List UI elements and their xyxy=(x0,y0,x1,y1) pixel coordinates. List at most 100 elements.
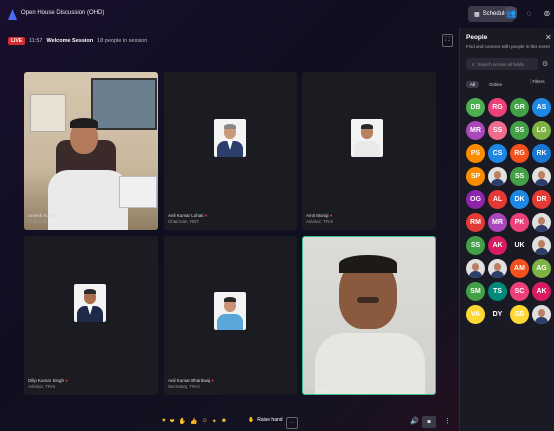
participant-photo xyxy=(74,284,106,322)
clap-reaction-icon[interactable]: ✋ xyxy=(179,418,186,425)
participant-avatar[interactable]: SS xyxy=(466,236,485,255)
raise-hand-button[interactable]: ✋ Raise hand xyxy=(248,417,283,423)
smile-reaction-icon[interactable]: ☻ xyxy=(221,418,227,425)
people-search-input[interactable]: ⌕ Search across all fields xyxy=(466,58,538,70)
participant-avatar[interactable]: VA xyxy=(466,305,485,324)
participant-avatar[interactable]: RG xyxy=(488,98,507,117)
participant-name: Amit Moraji xyxy=(306,213,329,219)
party-reaction-icon[interactable]: ✦ xyxy=(212,418,217,425)
close-icon[interactable]: ✕ xyxy=(545,33,552,42)
notifications-icon[interactable]: ⊚ xyxy=(541,7,553,19)
participant-label: Anil Kumar Bhardwaj ● Secretary, TRAI xyxy=(168,378,214,389)
participant-avatar[interactable]: RM xyxy=(466,213,485,232)
camera-button[interactable]: ◙ xyxy=(422,416,436,428)
participant-photo xyxy=(214,292,246,330)
raise-hand-label: Raise hand xyxy=(257,417,283,423)
participant-label: Anil Kumar Lohati ● Chairman, RBT xyxy=(168,213,208,224)
participant-avatar[interactable]: PK xyxy=(510,213,529,232)
participant-tile-5[interactable]: Anil Kumar Bhardwaj ● Secretary, TRAI xyxy=(164,236,297,395)
participant-name: Anil Kumar Lohati xyxy=(168,213,204,219)
filter-icon: ⫶ xyxy=(530,79,532,84)
heart-reaction-icon[interactable]: ♥ xyxy=(162,418,166,425)
participant-avatar[interactable]: RG xyxy=(510,144,529,163)
participant-avatar[interactable] xyxy=(532,167,551,186)
settings-icon[interactable]: ⚙ xyxy=(542,60,548,68)
people-icon[interactable]: 👥 xyxy=(505,7,517,19)
participant-avatar[interactable]: AM xyxy=(510,259,529,278)
participant-name: Umesh Kumar xyxy=(28,213,57,219)
people-count: 18 people in session xyxy=(97,38,148,44)
participant-label: Amit Moraji ● Advisor, TRAI xyxy=(306,213,333,224)
participant-label: Umesh Kumar Chairman xyxy=(28,213,57,224)
participant-avatar[interactable] xyxy=(532,236,551,255)
participant-photo xyxy=(351,119,383,157)
schedule-label: Schedule xyxy=(482,11,508,17)
participant-avatar[interactable]: TS xyxy=(488,282,507,301)
participant-avatar[interactable]: SS xyxy=(488,121,507,140)
participant-name: Li Guo Pirer xyxy=(307,382,332,388)
participant-avatar[interactable]: AL xyxy=(488,190,507,209)
panel-subtitle: Find and connect with people in this eve… xyxy=(466,44,550,49)
participant-avatar[interactable]: LG xyxy=(532,121,551,140)
app-logo-icon xyxy=(8,9,17,20)
hand-icon: ✋ xyxy=(248,417,255,423)
overflow-menu-icon[interactable]: ⋮ xyxy=(444,417,451,425)
participant-avatar[interactable]: AK xyxy=(532,282,551,301)
participant-avatar[interactable]: AG xyxy=(532,259,551,278)
participant-avatar[interactable]: AK xyxy=(488,236,507,255)
participant-role: Advisor, TRAI xyxy=(306,218,334,224)
participant-avatar[interactable] xyxy=(488,259,507,278)
participant-avatar[interactable]: SS xyxy=(510,167,529,186)
participant-role: Chairman, RBT xyxy=(168,218,200,224)
participant-avatar[interactable]: AS xyxy=(532,98,551,117)
participant-avatar[interactable] xyxy=(532,213,551,232)
participant-avatar[interactable]: CS xyxy=(488,144,507,163)
session-bar: LIVE 11:57 Welcome Session 18 people in … xyxy=(8,36,147,46)
participant-tile-2[interactable]: Anil Kumar Lohati ● Chairman, RBT xyxy=(164,72,297,230)
participant-label: Dilip Kumar Singh ● Advisor, TRAI xyxy=(28,378,68,389)
participant-avatar[interactable] xyxy=(532,305,551,324)
participant-avatar[interactable]: GR xyxy=(510,98,529,117)
participant-tile-6[interactable]: Li Guo Pirer xyxy=(302,236,436,395)
participant-name: Dilip Kumar Singh xyxy=(28,378,65,384)
participant-name: Anil Kumar Bhardwaj xyxy=(168,378,211,384)
expand-icon[interactable]: ⛶ xyxy=(442,34,453,47)
people-panel: People ✕ Find and connect with people in… xyxy=(459,28,554,431)
participant-avatar[interactable] xyxy=(466,259,485,278)
participant-role: Secretary, TRAI xyxy=(168,383,200,389)
participant-avatar[interactable]: MR xyxy=(488,213,507,232)
participant-avatar[interactable]: SS xyxy=(510,121,529,140)
volume-icon[interactable]: 🔊 xyxy=(410,417,419,425)
participant-avatar[interactable]: UK xyxy=(510,236,529,255)
mic-muted-icon: ● xyxy=(65,378,68,384)
participant-avatar[interactable]: SM xyxy=(466,282,485,301)
participant-avatar[interactable]: SP xyxy=(466,167,485,186)
participant-avatar[interactable]: DR xyxy=(532,190,551,209)
mic-muted-icon: ● xyxy=(204,213,208,219)
participant-tile-3[interactable]: Amit Moraji ● Advisor, TRAI xyxy=(302,72,436,230)
participant-avatar[interactable]: DY xyxy=(488,305,507,324)
participant-avatar[interactable]: SC xyxy=(510,282,529,301)
participant-avatar[interactable]: SB xyxy=(510,305,529,324)
filter-all-chip[interactable]: All xyxy=(466,80,480,88)
participant-avatar[interactable]: DK xyxy=(510,190,529,209)
participant-avatar[interactable]: MR xyxy=(466,121,485,140)
participant-avatar[interactable]: DB xyxy=(466,98,485,117)
participant-avatar[interactable]: PS xyxy=(466,144,485,163)
filter-online-chip[interactable]: Online xyxy=(485,81,506,88)
love-reaction-icon[interactable]: ❤ xyxy=(170,418,175,425)
filters-button[interactable]: ⫶ Filters xyxy=(530,79,545,84)
top-bar: Open House Discussion (OHD) ▦ Schedule 👥… xyxy=(0,0,554,30)
laugh-reaction-icon[interactable]: ☺ xyxy=(202,418,208,425)
app-title: Open House Discussion (OHD) xyxy=(21,10,105,16)
participant-avatar[interactable]: OG xyxy=(466,190,485,209)
calendar-icon: ▦ xyxy=(474,11,480,18)
participant-tile-1[interactable]: Umesh Kumar Chairman xyxy=(24,72,158,230)
participant-avatar[interactable]: RK xyxy=(532,144,551,163)
mic-muted-icon: ● xyxy=(329,213,333,219)
chat-icon[interactable]: ◌ xyxy=(523,7,535,19)
participant-avatar[interactable] xyxy=(488,167,507,186)
thumbs-up-reaction-icon[interactable]: 👍 xyxy=(190,418,197,425)
more-options-icon[interactable]: ⋯ xyxy=(286,417,298,429)
participant-tile-4[interactable]: Dilip Kumar Singh ● Advisor, TRAI xyxy=(24,236,158,395)
